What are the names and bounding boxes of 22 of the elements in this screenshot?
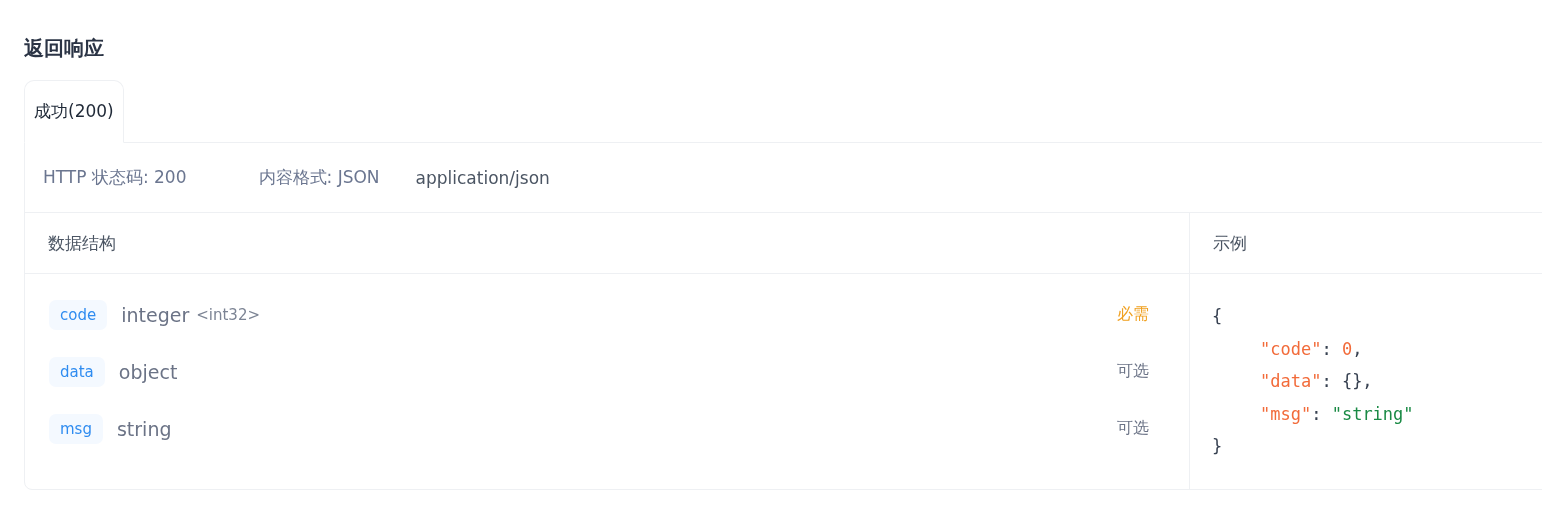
requirement-label: 可选 <box>1117 361 1149 382</box>
code-line: } <box>1212 435 1223 458</box>
field-type: object <box>118 360 178 383</box>
code-line: "msg": "string" <box>1259 402 1414 426</box>
column-heading: 数据结构 <box>25 213 1189 274</box>
code-line: "data": {}, <box>1259 370 1373 393</box>
field-name: code <box>49 299 108 330</box>
field-name: msg <box>49 413 103 444</box>
code-line: "code": 0, <box>1259 337 1363 361</box>
column-heading: 示例 <box>1190 213 1542 274</box>
content-format: 内容格式: JSON <box>258 166 380 189</box>
status-code: HTTP 状态码: 200 <box>43 166 187 189</box>
content-type: application/json <box>415 167 550 188</box>
code-line: { <box>1212 305 1223 328</box>
field-name: data <box>49 356 105 387</box>
response-tab[interactable]: 成功(200) <box>24 80 124 143</box>
field-format: <int32> <box>196 305 260 324</box>
section-title: 返回响应 <box>24 35 105 62</box>
requirement-label: 可选 <box>1117 418 1149 439</box>
field-type: string <box>116 417 172 440</box>
field-type: integer <box>121 303 190 326</box>
requirement-label: 必需 <box>1117 304 1149 325</box>
